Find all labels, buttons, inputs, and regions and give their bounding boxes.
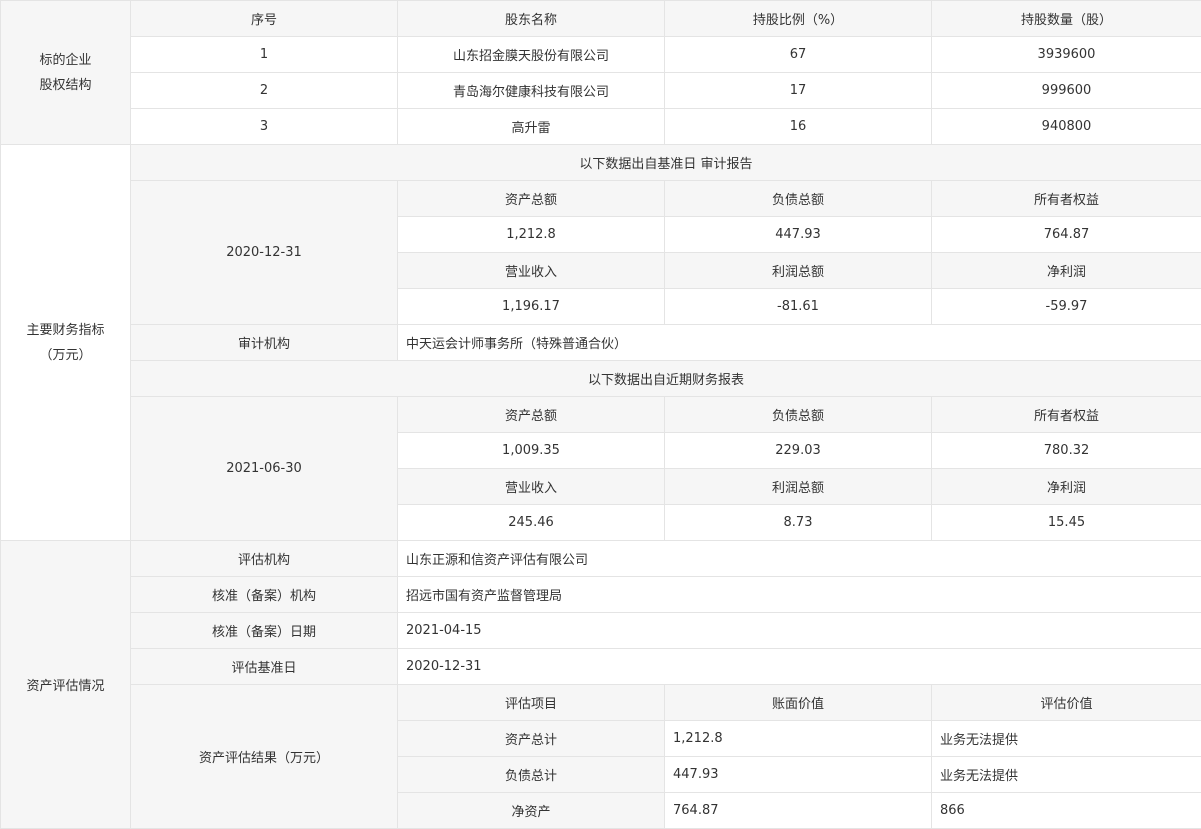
- table-row: 核准（备案）机构 招远市国有资产监督管理局: [1, 577, 1201, 613]
- audit-total-profit: -81.61: [665, 289, 932, 325]
- metric-header-net-profit: 净利润: [932, 469, 1201, 505]
- shareholder-shares: 3939600: [932, 37, 1201, 73]
- auditor-label: 审计机构: [131, 325, 398, 361]
- equity-header-ratio: 持股比例（%）: [665, 1, 932, 37]
- result-header-book: 账面价值: [665, 685, 932, 721]
- table-row: 审计机构 中天运会计师事务所（特殊普通合伙）: [1, 325, 1201, 361]
- valuation-result-label: 资产评估结果（万元）: [131, 685, 398, 829]
- valuation-label: 评估机构: [131, 541, 398, 577]
- metric-header-total-assets: 资产总额: [398, 181, 665, 217]
- shareholder-name: 山东招金膜天股份有限公司: [398, 37, 665, 73]
- table-row: 资产评估情况 评估机构 山东正源和信资产评估有限公司: [1, 541, 1201, 577]
- table-row: 核准（备案）日期 2021-04-15: [1, 613, 1201, 649]
- shareholder-ratio: 17: [665, 73, 932, 109]
- recent-date: 2021-06-30: [131, 397, 398, 541]
- audit-net-profit: -59.97: [932, 289, 1201, 325]
- result-item: 资产总计: [398, 721, 665, 757]
- metric-header-total-profit: 利润总额: [665, 469, 932, 505]
- audit-total-assets: 1,212.8: [398, 217, 665, 253]
- recent-total-liabilities: 229.03: [665, 433, 932, 469]
- shareholder-ratio: 67: [665, 37, 932, 73]
- audit-date: 2020-12-31: [131, 181, 398, 325]
- valuation-label: 核准（备案）日期: [131, 613, 398, 649]
- equity-header-no: 序号: [131, 1, 398, 37]
- recent-owner-equity: 780.32: [932, 433, 1201, 469]
- shareholder-shares: 999600: [932, 73, 1201, 109]
- metric-header-total-assets: 资产总额: [398, 397, 665, 433]
- result-item: 净资产: [398, 793, 665, 829]
- disclosure-table: 标的企业 股权结构 序号 股东名称 持股比例（%） 持股数量（股） 1 山东招金…: [0, 0, 1201, 829]
- audit-banner: 以下数据出自基准日 审计报告: [131, 145, 1201, 181]
- audit-owner-equity: 764.87: [932, 217, 1201, 253]
- recent-banner-row: 以下数据出自近期财务报表: [1, 361, 1201, 397]
- audit-revenue: 1,196.17: [398, 289, 665, 325]
- financials-section-label: 主要财务指标 （万元）: [1, 145, 131, 541]
- valuation-value: 2021-04-15: [398, 613, 1201, 649]
- table-row: 2 青岛海尔健康科技有限公司 17 999600: [1, 73, 1201, 109]
- result-header-item: 评估项目: [398, 685, 665, 721]
- metric-header-revenue: 营业收入: [398, 253, 665, 289]
- result-book-value: 447.93: [665, 757, 932, 793]
- auditor-value: 中天运会计师事务所（特殊普通合伙）: [398, 325, 1201, 361]
- valuation-value: 2020-12-31: [398, 649, 1201, 685]
- shareholder-shares: 940800: [932, 109, 1201, 145]
- metric-header-net-profit: 净利润: [932, 253, 1201, 289]
- shareholder-name: 青岛海尔健康科技有限公司: [398, 73, 665, 109]
- result-appraised-value: 业务无法提供: [932, 721, 1201, 757]
- table-row: 1 山东招金膜天股份有限公司 67 3939600: [1, 37, 1201, 73]
- result-book-value: 764.87: [665, 793, 932, 829]
- result-appraised-value: 866: [932, 793, 1201, 829]
- recent-revenue: 245.46: [398, 505, 665, 541]
- equity-header-shares: 持股数量（股）: [932, 1, 1201, 37]
- metric-header-total-profit: 利润总额: [665, 253, 932, 289]
- result-item: 负债总计: [398, 757, 665, 793]
- table-row: 评估基准日 2020-12-31: [1, 649, 1201, 685]
- equity-header-row: 标的企业 股权结构 序号 股东名称 持股比例（%） 持股数量（股）: [1, 1, 1201, 37]
- metric-header-total-liabilities: 负债总额: [665, 181, 932, 217]
- equity-header-name: 股东名称: [398, 1, 665, 37]
- recent-total-assets: 1,009.35: [398, 433, 665, 469]
- result-appraised-value: 业务无法提供: [932, 757, 1201, 793]
- shareholder-no: 2: [131, 73, 398, 109]
- shareholder-ratio: 16: [665, 109, 932, 145]
- recent-net-profit: 15.45: [932, 505, 1201, 541]
- recent-total-profit: 8.73: [665, 505, 932, 541]
- metric-header-total-liabilities: 负债总额: [665, 397, 932, 433]
- table-row: 2020-12-31 资产总额 负债总额 所有者权益: [1, 181, 1201, 217]
- valuation-label: 核准（备案）机构: [131, 577, 398, 613]
- audit-banner-row: 主要财务指标 （万元） 以下数据出自基准日 审计报告: [1, 145, 1201, 181]
- valuation-label: 评估基准日: [131, 649, 398, 685]
- table-row: 资产评估结果（万元） 评估项目 账面价值 评估价值: [1, 685, 1201, 721]
- metric-header-revenue: 营业收入: [398, 469, 665, 505]
- audit-total-liabilities: 447.93: [665, 217, 932, 253]
- equity-section-label: 标的企业 股权结构: [1, 1, 131, 145]
- table-row: 3 高升雷 16 940800: [1, 109, 1201, 145]
- table-row: 2021-06-30 资产总额 负债总额 所有者权益: [1, 397, 1201, 433]
- valuation-section-label: 资产评估情况: [1, 541, 131, 829]
- shareholder-no: 3: [131, 109, 398, 145]
- recent-banner: 以下数据出自近期财务报表: [131, 361, 1201, 397]
- shareholder-name: 高升雷: [398, 109, 665, 145]
- result-book-value: 1,212.8: [665, 721, 932, 757]
- valuation-value: 招远市国有资产监督管理局: [398, 577, 1201, 613]
- metric-header-owner-equity: 所有者权益: [932, 181, 1201, 217]
- shareholder-no: 1: [131, 37, 398, 73]
- valuation-value: 山东正源和信资产评估有限公司: [398, 541, 1201, 577]
- result-header-appraised: 评估价值: [932, 685, 1201, 721]
- metric-header-owner-equity: 所有者权益: [932, 397, 1201, 433]
